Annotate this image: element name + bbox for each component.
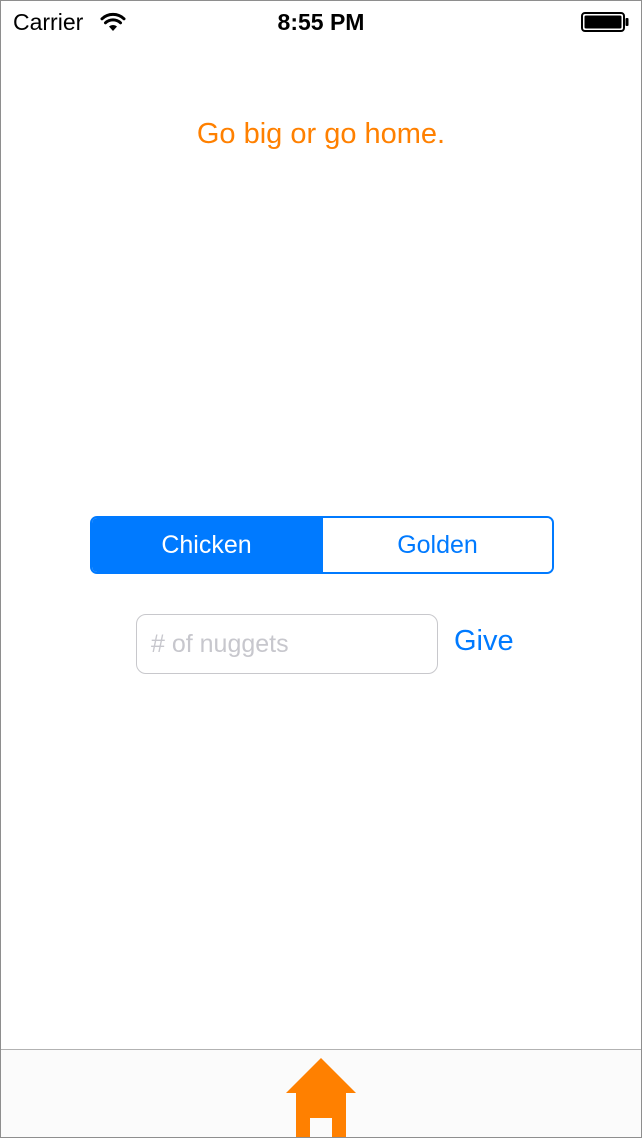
app-screen: Carrier 8:55 PM Go big or go home. Chick… bbox=[0, 0, 642, 1138]
tab-bar bbox=[1, 1049, 641, 1138]
battery-icon bbox=[581, 12, 629, 32]
motto-text: Go big or go home. bbox=[196, 118, 446, 150]
give-button[interactable]: Give bbox=[454, 625, 514, 658]
nugget-type-segmented-control: Chicken Golden bbox=[90, 516, 554, 574]
segment-chicken[interactable]: Chicken bbox=[92, 518, 321, 572]
status-bar: Carrier 8:55 PM bbox=[1, 1, 641, 43]
segment-golden[interactable]: Golden bbox=[321, 518, 552, 572]
home-icon[interactable] bbox=[284, 1056, 358, 1138]
status-time: 8:55 PM bbox=[277, 9, 365, 35]
nuggets-count-input[interactable] bbox=[136, 614, 438, 674]
